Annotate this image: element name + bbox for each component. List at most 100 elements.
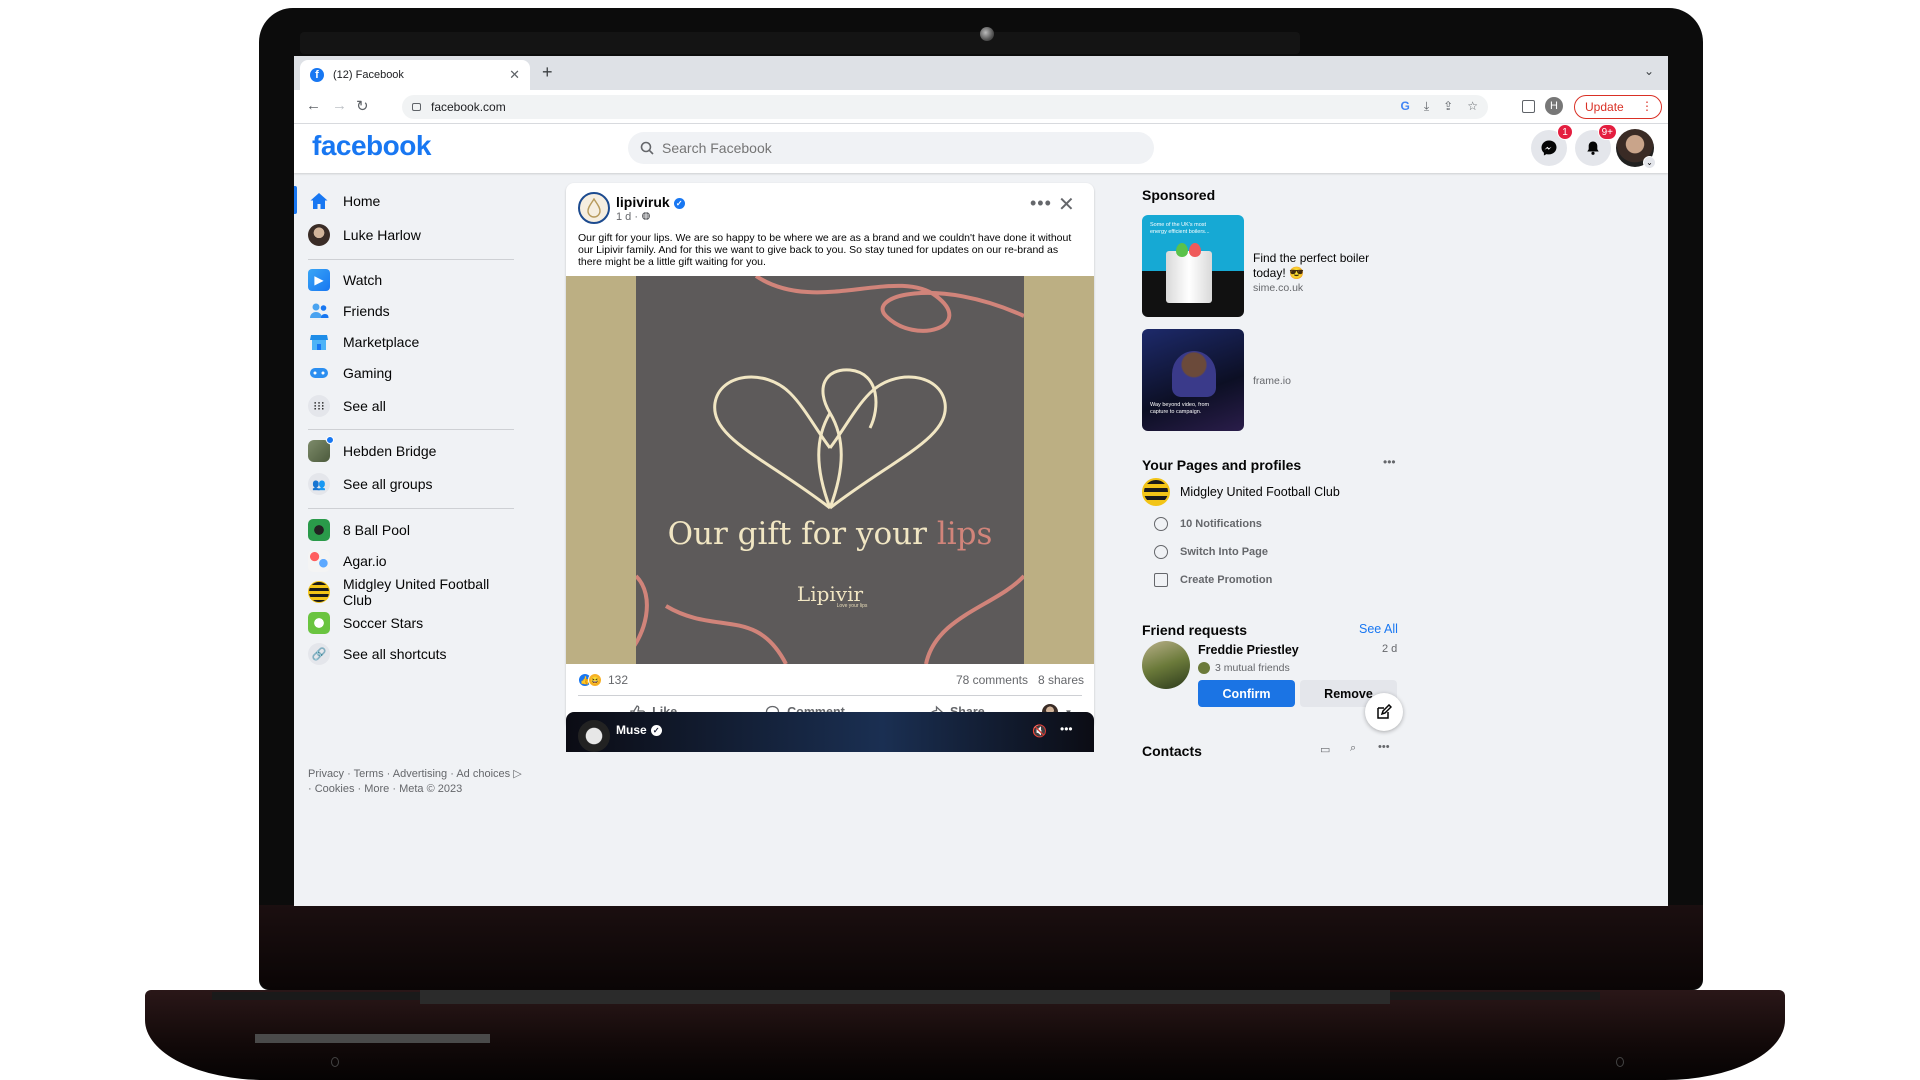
- google-icon[interactable]: G: [1401, 99, 1410, 114]
- see-all-link[interactable]: See All: [1359, 622, 1398, 636]
- side-panel-icon[interactable]: [1522, 99, 1535, 113]
- laptop-chin: [259, 905, 1703, 990]
- sidebar-item-home[interactable]: Home: [308, 186, 518, 216]
- sidebar-item-marketplace[interactable]: Marketplace: [308, 327, 518, 357]
- sidebar-item-label: Soccer Stars: [343, 615, 424, 631]
- post-author[interactable]: lipiviruk ✓: [616, 194, 685, 210]
- chevron-down-icon: ⌄: [1643, 156, 1656, 169]
- ad-text[interactable]: frame.io: [1253, 374, 1393, 389]
- sidebar-item-profile[interactable]: Luke Harlow: [308, 220, 518, 250]
- chevron-down-icon[interactable]: ⌄: [1644, 64, 1654, 78]
- left-sidebar: Home Luke Harlow ▶ Watch Friends Marketp…: [294, 173, 526, 906]
- more-options-icon[interactable]: •••: [1060, 722, 1073, 736]
- grid-icon: ⁝⁝⁝: [308, 395, 330, 417]
- footer-line[interactable]: · Cookies · More · Meta © 2023: [308, 782, 538, 797]
- sidebar-item-friends[interactable]: Friends: [308, 296, 518, 326]
- sidebar-item-label: Agar.io: [343, 553, 387, 569]
- address-bar[interactable]: facebook.com G ⤓ ⇪ ☆: [402, 95, 1488, 119]
- install-icon[interactable]: ⤓: [1424, 99, 1429, 114]
- more-options-icon[interactable]: •••: [1383, 455, 1396, 469]
- sidebar-item-see-all-shortcuts[interactable]: 🔗 See all shortcuts: [308, 639, 518, 669]
- hinge-right: [1390, 992, 1600, 1000]
- sidebar-item-soccer-stars[interactable]: Soccer Stars: [308, 608, 518, 638]
- screen: f (12) Facebook ✕ + ⌄ ← → ↻ facebook.com…: [294, 56, 1668, 906]
- post-image[interactable]: Our gift for your lips Lipivir Love your…: [566, 276, 1094, 664]
- sponsored-heading: Sponsored: [1142, 187, 1216, 203]
- club-icon: [308, 581, 330, 603]
- globe-icon: [642, 212, 651, 220]
- new-message-button[interactable]: [1365, 693, 1403, 731]
- back-icon[interactable]: ←: [306, 97, 321, 114]
- share-icon[interactable]: ⇪: [1443, 99, 1453, 114]
- sidebar-item-label: See all groups: [343, 476, 433, 492]
- divider: [308, 259, 514, 260]
- feed-post-next: Muse ✓ 🔇 •••: [566, 712, 1094, 752]
- post-author[interactable]: Muse ✓: [616, 723, 662, 737]
- account-avatar[interactable]: ⌄: [1616, 129, 1656, 169]
- sidebar-item-watch[interactable]: ▶ Watch: [308, 265, 518, 295]
- mute-icon[interactable]: 🔇: [1032, 724, 1047, 738]
- ad-text[interactable]: Find the perfect boiler today! 😎 sime.co…: [1253, 251, 1393, 296]
- soccer-icon: [308, 612, 330, 634]
- friend-avatar[interactable]: [1142, 641, 1190, 689]
- more-options-icon[interactable]: •••: [1378, 741, 1390, 753]
- sidebar-item-see-all[interactable]: ⁝⁝⁝ See all: [308, 391, 518, 421]
- link-icon: 🔗: [308, 643, 330, 665]
- sidebar-item-8-ball-pool[interactable]: 8 Ball Pool: [308, 515, 518, 545]
- video-call-icon[interactable]: ▭: [1320, 743, 1330, 756]
- lock-icon: [412, 103, 421, 111]
- messenger-icon: [1541, 140, 1557, 156]
- search-input[interactable]: [662, 140, 1122, 156]
- ad-title: Find the perfect boiler today! 😎: [1253, 251, 1370, 280]
- page-action-notifications[interactable]: 10 Notifications: [1154, 517, 1262, 531]
- notifications-button[interactable]: 9+: [1575, 124, 1617, 166]
- divider: [308, 429, 514, 430]
- search-icon[interactable]: ⌕: [1350, 742, 1356, 755]
- close-icon[interactable]: ✕: [1058, 192, 1075, 217]
- more-options-icon[interactable]: •••: [1030, 193, 1052, 214]
- ad-thumbnail-sime[interactable]: Some of the UK's most energy efficient b…: [1142, 215, 1244, 317]
- page-action-switch[interactable]: Switch Into Page: [1154, 545, 1268, 559]
- ad-domain: frame.io: [1253, 375, 1291, 387]
- browser-tab[interactable]: f (12) Facebook ✕: [300, 60, 530, 90]
- reaction-count[interactable]: 132: [608, 673, 628, 687]
- facebook-logo[interactable]: facebook: [312, 130, 431, 162]
- page-avatar[interactable]: [578, 192, 610, 224]
- friend-name[interactable]: Freddie Priestley: [1198, 643, 1299, 657]
- sidebar-item-midgley-united[interactable]: Midgley United Football Club: [308, 576, 518, 608]
- page-row[interactable]: Midgley United Football Club: [1142, 478, 1340, 506]
- image-caption: Our gift for your lips: [667, 516, 993, 552]
- pool-icon: [308, 519, 330, 541]
- sidebar-item-hebden-bridge[interactable]: Hebden Bridge: [308, 436, 518, 466]
- sidebar-item-agario[interactable]: Agar.io: [308, 546, 518, 576]
- footer-links: Privacy · Terms · Advertising · Ad choic…: [308, 767, 538, 797]
- feed-post: lipiviruk ✓ 1 d · ••• ✕ Our gift for your…: [566, 183, 1094, 729]
- reload-icon[interactable]: ↻: [356, 97, 369, 115]
- hearts-icon: [713, 368, 947, 510]
- page-avatar[interactable]: [578, 720, 610, 752]
- page-action-promotion[interactable]: Create Promotion: [1154, 573, 1272, 587]
- profile-icon[interactable]: H: [1545, 97, 1563, 115]
- boiler-image: [1166, 251, 1212, 303]
- post-meta: 1 d ·: [616, 211, 651, 223]
- messenger-button[interactable]: 1: [1531, 124, 1573, 166]
- update-button[interactable]: Update ⋮: [1574, 95, 1662, 119]
- bookmark-star-icon[interactable]: ☆: [1467, 99, 1478, 114]
- share-count[interactable]: 8 shares: [1038, 673, 1084, 687]
- footer-line[interactable]: Privacy · Terms · Advertising · Ad choic…: [308, 767, 538, 782]
- browser-toolbar: ← → ↻ facebook.com G ⤓ ⇪ ☆ H Update ⋮: [294, 90, 1668, 124]
- close-icon[interactable]: ✕: [509, 67, 520, 83]
- ad-thumbnail-frameio[interactable]: Way beyond video, from capture to campai…: [1142, 329, 1244, 431]
- new-tab-icon[interactable]: +: [542, 62, 553, 83]
- bezel: [300, 32, 1300, 54]
- confirm-button[interactable]: Confirm: [1198, 680, 1295, 707]
- club-icon: [1142, 478, 1170, 506]
- comment-count[interactable]: 78 comments: [956, 673, 1028, 687]
- contacts-heading: Contacts: [1142, 743, 1202, 759]
- forward-icon[interactable]: →: [332, 97, 347, 114]
- post-stats: 👍 😆 132 78 comments 8 shares: [578, 670, 1084, 690]
- sidebar-item-see-all-groups[interactable]: 👥 See all groups: [308, 469, 518, 499]
- search-box[interactable]: [628, 132, 1154, 164]
- sidebar-item-gaming[interactable]: Gaming: [308, 358, 518, 388]
- page-name: Midgley United Football Club: [1180, 485, 1340, 499]
